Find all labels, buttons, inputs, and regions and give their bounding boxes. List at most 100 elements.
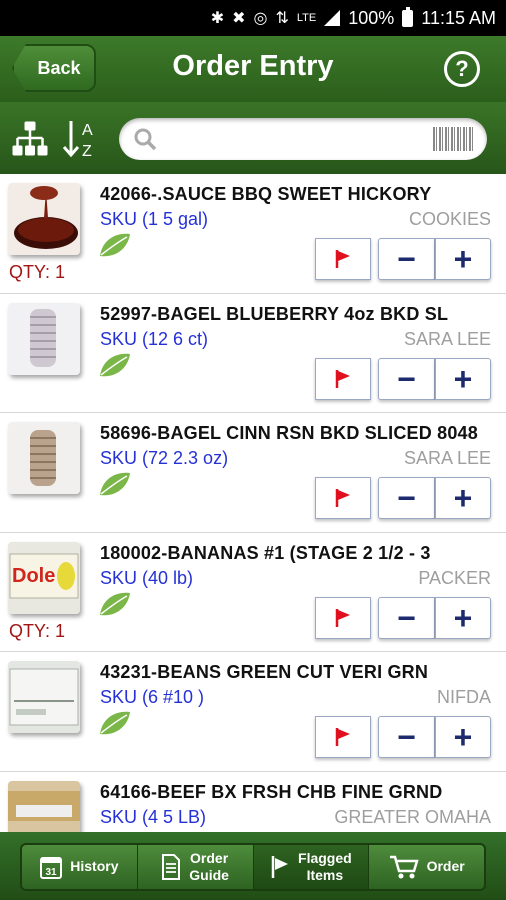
minus-icon: − — [397, 599, 416, 636]
battery-percent: 100% — [348, 7, 395, 28]
decrease-quantity-button[interactable]: − — [378, 238, 435, 280]
help-button[interactable]: ? — [444, 51, 480, 87]
leaf-icon — [100, 711, 130, 735]
plus-icon: + — [453, 719, 473, 755]
nav-order-guide-button[interactable]: Order Guide — [138, 845, 254, 889]
nav-history-button[interactable]: 31 History — [22, 845, 138, 889]
plus-icon: + — [453, 241, 473, 277]
mute-icon: ✖ — [232, 10, 246, 27]
flag-icon — [335, 250, 350, 268]
nav-flagged-items-button[interactable]: Flagged Items — [253, 845, 370, 889]
quantity-label: QTY: 1 — [9, 262, 66, 282]
sku-label: SKU (4 5 LB) — [100, 806, 207, 827]
plus-icon: + — [453, 360, 473, 397]
bbq-sauce-image — [8, 183, 80, 255]
product-name: 52997-BAGEL BLUEBERRY 4oz BKD SL — [100, 303, 449, 324]
flag-icon — [335, 369, 350, 388]
search-input[interactable] — [163, 121, 423, 157]
flag-button[interactable] — [315, 238, 371, 280]
document-icon — [162, 854, 181, 880]
brand-label: COOKIES — [408, 209, 491, 229]
status-icons: ✱ ✖ ◎ ⇅ LTE — [211, 8, 341, 28]
minus-icon: − — [397, 241, 416, 277]
decrease-quantity-button[interactable]: − — [378, 357, 435, 400]
svg-text:31: 31 — [46, 867, 58, 878]
case-box-image — [8, 661, 80, 733]
sku-label: SKU (72 2.3 oz) — [100, 448, 229, 468]
hierarchy-icon[interactable] — [12, 120, 48, 158]
leaf-icon — [100, 353, 130, 376]
increase-quantity-button[interactable]: + — [435, 238, 491, 280]
list-item[interactable]: 52997-BAGEL BLUEBERRY 4oz BKD SL SKU (12… — [0, 294, 506, 413]
flag-button[interactable] — [315, 477, 371, 519]
product-list: QTY: 1 42066-.SAUCE BBQ SWEET HICKORY SK… — [0, 174, 506, 832]
sort-az-icon[interactable]: A Z — [62, 118, 104, 160]
brand-label: SARA LEE — [403, 448, 491, 468]
leaf-icon — [100, 233, 130, 257]
nav-flagged-items-label: Flagged Items — [298, 849, 352, 884]
increase-quantity-button[interactable]: + — [435, 477, 491, 519]
sku-label: SKU (1 5 gal) — [100, 209, 209, 229]
page-title: Order Entry — [172, 50, 334, 82]
minus-icon: − — [397, 719, 416, 755]
nav-order-guide-label: Order Guide — [189, 849, 229, 884]
status-bar: ✱ ✖ ◎ ⇅ LTE 100% 11:15 AM — [0, 0, 506, 36]
flag-icon — [335, 608, 350, 627]
clock: 11:15 AM — [421, 7, 496, 28]
list-item[interactable]: QTY: 1 42066-.SAUCE BBQ SWEET HICKORY SK… — [0, 174, 506, 294]
quantity-label: QTY: 1 — [9, 620, 66, 641]
increase-quantity-button[interactable]: + — [435, 357, 491, 400]
product-name: 180002-BANANAS #1 (STAGE 2 1/2 - 3 — [100, 542, 431, 563]
brand-label: PACKER — [418, 567, 491, 588]
brand-label: SARA LEE — [403, 328, 491, 349]
bluetooth-icon: ✱ — [210, 10, 225, 27]
search-toolbar: A Z — [0, 102, 506, 174]
product-name: 58696-BAGEL CINN RSN BKD SLICED 8048 — [100, 423, 478, 443]
product-name: 42066-.SAUCE BBQ SWEET HICKORY — [100, 184, 432, 204]
flag-button[interactable] — [315, 357, 371, 400]
beef-box-image — [8, 780, 80, 832]
product-name: 64166-BEEF BX FRSH CHB FINE GRND — [100, 781, 443, 802]
svg-text:A: A — [82, 122, 93, 139]
list-item[interactable]: 43231-BEANS GREEN CUT VERI GRN SKU (6 #1… — [0, 652, 506, 772]
increase-quantity-button[interactable]: + — [435, 596, 491, 639]
bottom-nav: 31 History Order Guide Flagged Items Ord… — [20, 843, 486, 891]
list-item[interactable]: Dole QTY: 1 180002-BANANAS #1 (STAGE 2 1… — [0, 533, 506, 652]
signal-icon — [324, 10, 341, 26]
decrease-quantity-button[interactable]: − — [378, 596, 435, 639]
cart-icon — [389, 855, 419, 879]
decrease-quantity-button[interactable]: − — [378, 477, 435, 519]
flag-button[interactable] — [315, 596, 371, 639]
svg-text:Dole: Dole — [12, 565, 55, 587]
flag-button[interactable] — [315, 716, 371, 758]
product-name: 43231-BEANS GREEN CUT VERI GRN — [100, 662, 429, 682]
sku-label: SKU (6 #10 ) — [100, 687, 205, 707]
flag-icon — [335, 489, 350, 507]
brand-label: NIFDA — [437, 687, 491, 707]
list-item[interactable]: 64166-BEEF BX FRSH CHB FINE GRND SKU (4 … — [0, 772, 506, 832]
battery-icon — [402, 6, 414, 27]
app-header: Back Order Entry ? — [0, 36, 506, 102]
barcode-scan-icon[interactable] — [433, 127, 473, 151]
flag-icon — [271, 856, 289, 878]
brand-label: GREATER OMAHA — [334, 806, 491, 827]
minus-icon: − — [397, 480, 416, 516]
calendar-icon: 31 — [40, 857, 63, 879]
network-type: LTE — [296, 12, 317, 24]
increase-quantity-button[interactable]: + — [435, 716, 491, 758]
plus-icon: + — [453, 599, 473, 636]
minus-icon: − — [397, 360, 416, 397]
decrease-quantity-button[interactable]: − — [378, 716, 435, 758]
list-item[interactable]: 58696-BAGEL CINN RSN BKD SLICED 8048 SKU… — [0, 413, 506, 533]
alarm-icon: ◎ — [253, 10, 268, 27]
leaf-icon — [100, 592, 130, 615]
search-box[interactable] — [119, 118, 487, 160]
nav-order-button[interactable]: Order — [369, 845, 484, 889]
flag-icon — [335, 728, 350, 746]
sku-label: SKU (12 6 ct) — [100, 328, 209, 349]
sku-label: SKU (40 lb) — [100, 567, 194, 588]
bagel-image — [8, 302, 80, 375]
dole-box-image: Dole — [8, 541, 80, 614]
search-icon — [134, 128, 157, 151]
nav-history-label: History — [70, 858, 119, 875]
